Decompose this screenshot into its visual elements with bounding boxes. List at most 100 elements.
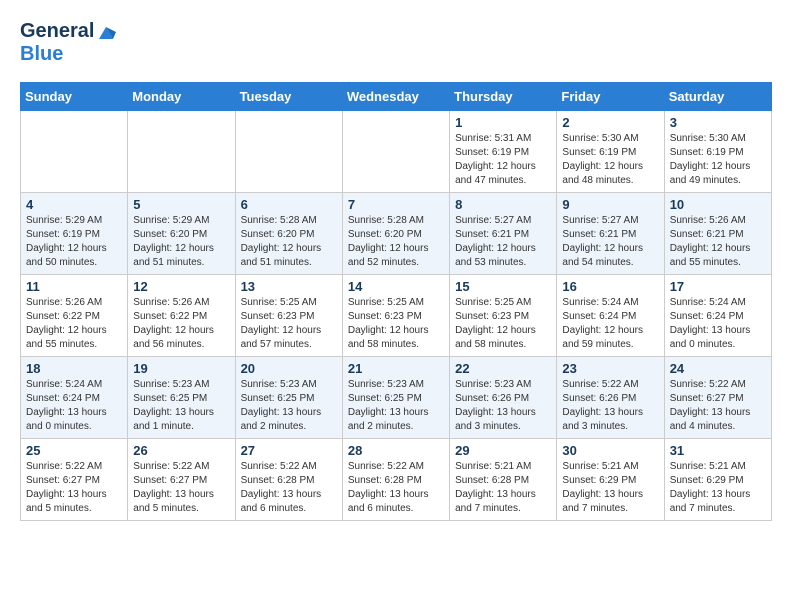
day-cell: 6 Sunrise: 5:28 AM Sunset: 6:20 PM Daylig… bbox=[235, 193, 342, 275]
day-cell: 27Sunrise: 5:22 AM Sunset: 6:28 PM Dayli… bbox=[235, 439, 342, 521]
day-number: 13 bbox=[241, 279, 337, 294]
day-info: Sunrise: 5:24 AM Sunset: 6:24 PM Dayligh… bbox=[670, 296, 766, 352]
day-cell: 26 Sunrise: 5:22 AM Sunset: 6:27 PM Dayli… bbox=[128, 439, 235, 521]
day-cell bbox=[128, 111, 235, 193]
day-number: 25 bbox=[26, 443, 122, 458]
day-number: 1 bbox=[455, 115, 551, 130]
day-info: Sunrise: 5:26 AM Sunset: 6:22 PM Dayligh… bbox=[26, 296, 122, 352]
day-info: Sunrise: 5:25 AM Sunset: 6:23 PM Dayligh… bbox=[455, 296, 551, 352]
calendar: SundayMondayTuesdayWednesdayThursdayFrid… bbox=[20, 82, 772, 521]
day-number: 8 bbox=[455, 197, 551, 212]
day-info: Sunrise: 5:22 AM Sunset: 6:28 PM Dayligh… bbox=[348, 460, 444, 516]
weekday-header-wednesday: Wednesday bbox=[342, 83, 449, 111]
day-number: 17 bbox=[670, 279, 766, 294]
day-info: Sunrise: 5:21 AM Sunset: 6:29 PM Dayligh… bbox=[670, 460, 766, 516]
day-number: 15 bbox=[455, 279, 551, 294]
logo-blue-word: Blue bbox=[20, 43, 63, 65]
day-number: 26 bbox=[133, 443, 229, 458]
day-info: Sunrise: 5:22 AM Sunset: 6:27 PM Dayligh… bbox=[670, 378, 766, 434]
day-number: 4 bbox=[26, 197, 122, 212]
day-number: 11 bbox=[26, 279, 122, 294]
day-number: 18 bbox=[26, 361, 122, 376]
day-number: 28 bbox=[348, 443, 444, 458]
weekday-header-sunday: Sunday bbox=[21, 83, 128, 111]
day-cell: 22Sunrise: 5:23 AM Sunset: 6:26 PM Dayli… bbox=[450, 357, 557, 439]
day-info: Sunrise: 5:26 AM Sunset: 6:22 PM Dayligh… bbox=[133, 296, 229, 352]
day-number: 24 bbox=[670, 361, 766, 376]
day-cell: 18 Sunrise: 5:24 AM Sunset: 6:24 PM Dayli… bbox=[21, 357, 128, 439]
day-cell: 3Sunrise: 5:30 AM Sunset: 6:19 PM Daylig… bbox=[664, 111, 771, 193]
week-row-1: 1 Sunrise: 5:31 AM Sunset: 6:19 PM Daylig… bbox=[21, 111, 772, 193]
day-info: Sunrise: 5:27 AM Sunset: 6:21 PM Dayligh… bbox=[455, 214, 551, 270]
day-cell: 25 Sunrise: 5:22 AM Sunset: 6:27 PM Dayli… bbox=[21, 439, 128, 521]
day-cell: 17 Sunrise: 5:24 AM Sunset: 6:24 PM Dayli… bbox=[664, 275, 771, 357]
day-info: Sunrise: 5:30 AM Sunset: 6:19 PM Dayligh… bbox=[670, 132, 766, 188]
day-info: Sunrise: 5:21 AM Sunset: 6:28 PM Dayligh… bbox=[455, 460, 551, 516]
logo-shape-icon bbox=[96, 22, 116, 42]
day-number: 2 bbox=[562, 115, 658, 130]
day-info: Sunrise: 5:25 AM Sunset: 6:23 PM Dayligh… bbox=[348, 296, 444, 352]
day-info: Sunrise: 5:28 AM Sunset: 6:20 PM Dayligh… bbox=[348, 214, 444, 270]
logo: General Blue bbox=[20, 20, 116, 66]
day-number: 10 bbox=[670, 197, 766, 212]
day-cell: 24 Sunrise: 5:22 AM Sunset: 6:27 PM Dayli… bbox=[664, 357, 771, 439]
day-info: Sunrise: 5:23 AM Sunset: 6:25 PM Dayligh… bbox=[133, 378, 229, 434]
day-info: Sunrise: 5:24 AM Sunset: 6:24 PM Dayligh… bbox=[26, 378, 122, 434]
day-cell: 15 Sunrise: 5:25 AM Sunset: 6:23 PM Dayli… bbox=[450, 275, 557, 357]
day-number: 14 bbox=[348, 279, 444, 294]
day-info: Sunrise: 5:24 AM Sunset: 6:24 PM Dayligh… bbox=[562, 296, 658, 352]
day-info: Sunrise: 5:26 AM Sunset: 6:21 PM Dayligh… bbox=[670, 214, 766, 270]
day-number: 19 bbox=[133, 361, 229, 376]
day-cell: 23 Sunrise: 5:22 AM Sunset: 6:26 PM Dayli… bbox=[557, 357, 664, 439]
day-cell: 16 Sunrise: 5:24 AM Sunset: 6:24 PM Dayli… bbox=[557, 275, 664, 357]
day-number: 9 bbox=[562, 197, 658, 212]
day-number: 6 bbox=[241, 197, 337, 212]
day-number: 29 bbox=[455, 443, 551, 458]
day-cell: 20Sunrise: 5:23 AM Sunset: 6:25 PM Dayli… bbox=[235, 357, 342, 439]
day-cell: 8 Sunrise: 5:27 AM Sunset: 6:21 PM Daylig… bbox=[450, 193, 557, 275]
day-info: Sunrise: 5:27 AM Sunset: 6:21 PM Dayligh… bbox=[562, 214, 658, 270]
week-row-5: 25 Sunrise: 5:22 AM Sunset: 6:27 PM Dayli… bbox=[21, 439, 772, 521]
day-info: Sunrise: 5:22 AM Sunset: 6:26 PM Dayligh… bbox=[562, 378, 658, 434]
day-info: Sunrise: 5:23 AM Sunset: 6:25 PM Dayligh… bbox=[241, 378, 337, 434]
day-number: 22 bbox=[455, 361, 551, 376]
weekday-header-row: SundayMondayTuesdayWednesdayThursdayFrid… bbox=[21, 83, 772, 111]
day-info: Sunrise: 5:22 AM Sunset: 6:27 PM Dayligh… bbox=[26, 460, 122, 516]
day-number: 16 bbox=[562, 279, 658, 294]
day-cell bbox=[235, 111, 342, 193]
day-cell bbox=[21, 111, 128, 193]
day-info: Sunrise: 5:25 AM Sunset: 6:23 PM Dayligh… bbox=[241, 296, 337, 352]
day-cell: 29 Sunrise: 5:21 AM Sunset: 6:28 PM Dayli… bbox=[450, 439, 557, 521]
day-number: 7 bbox=[348, 197, 444, 212]
weekday-header-saturday: Saturday bbox=[664, 83, 771, 111]
day-cell: 11 Sunrise: 5:26 AM Sunset: 6:22 PM Dayli… bbox=[21, 275, 128, 357]
day-cell: 31 Sunrise: 5:21 AM Sunset: 6:29 PM Dayli… bbox=[664, 439, 771, 521]
day-number: 21 bbox=[348, 361, 444, 376]
day-cell: 9 Sunrise: 5:27 AM Sunset: 6:21 PM Daylig… bbox=[557, 193, 664, 275]
day-number: 31 bbox=[670, 443, 766, 458]
day-info: Sunrise: 5:22 AM Sunset: 6:27 PM Dayligh… bbox=[133, 460, 229, 516]
day-number: 27 bbox=[241, 443, 337, 458]
day-cell: 14 Sunrise: 5:25 AM Sunset: 6:23 PM Dayli… bbox=[342, 275, 449, 357]
day-cell: 19 Sunrise: 5:23 AM Sunset: 6:25 PM Dayli… bbox=[128, 357, 235, 439]
day-number: 30 bbox=[562, 443, 658, 458]
day-cell: 28 Sunrise: 5:22 AM Sunset: 6:28 PM Dayli… bbox=[342, 439, 449, 521]
day-cell: 7 Sunrise: 5:28 AM Sunset: 6:20 PM Daylig… bbox=[342, 193, 449, 275]
day-info: Sunrise: 5:23 AM Sunset: 6:25 PM Dayligh… bbox=[348, 378, 444, 434]
day-cell: 12 Sunrise: 5:26 AM Sunset: 6:22 PM Dayli… bbox=[128, 275, 235, 357]
day-cell: 21 Sunrise: 5:23 AM Sunset: 6:25 PM Dayli… bbox=[342, 357, 449, 439]
week-row-2: 4 Sunrise: 5:29 AM Sunset: 6:19 PM Daylig… bbox=[21, 193, 772, 275]
day-info: Sunrise: 5:28 AM Sunset: 6:20 PM Dayligh… bbox=[241, 214, 337, 270]
day-info: Sunrise: 5:29 AM Sunset: 6:19 PM Dayligh… bbox=[26, 214, 122, 270]
week-row-4: 18 Sunrise: 5:24 AM Sunset: 6:24 PM Dayli… bbox=[21, 357, 772, 439]
weekday-header-monday: Monday bbox=[128, 83, 235, 111]
day-number: 23 bbox=[562, 361, 658, 376]
day-cell: 13 Sunrise: 5:25 AM Sunset: 6:23 PM Dayli… bbox=[235, 275, 342, 357]
day-cell: 30 Sunrise: 5:21 AM Sunset: 6:29 PM Dayli… bbox=[557, 439, 664, 521]
day-cell: 4 Sunrise: 5:29 AM Sunset: 6:19 PM Daylig… bbox=[21, 193, 128, 275]
day-number: 12 bbox=[133, 279, 229, 294]
weekday-header-tuesday: Tuesday bbox=[235, 83, 342, 111]
day-info: Sunrise: 5:31 AM Sunset: 6:19 PM Dayligh… bbox=[455, 132, 551, 188]
day-info: Sunrise: 5:21 AM Sunset: 6:29 PM Dayligh… bbox=[562, 460, 658, 516]
day-cell: 2Sunrise: 5:30 AM Sunset: 6:19 PM Daylig… bbox=[557, 111, 664, 193]
